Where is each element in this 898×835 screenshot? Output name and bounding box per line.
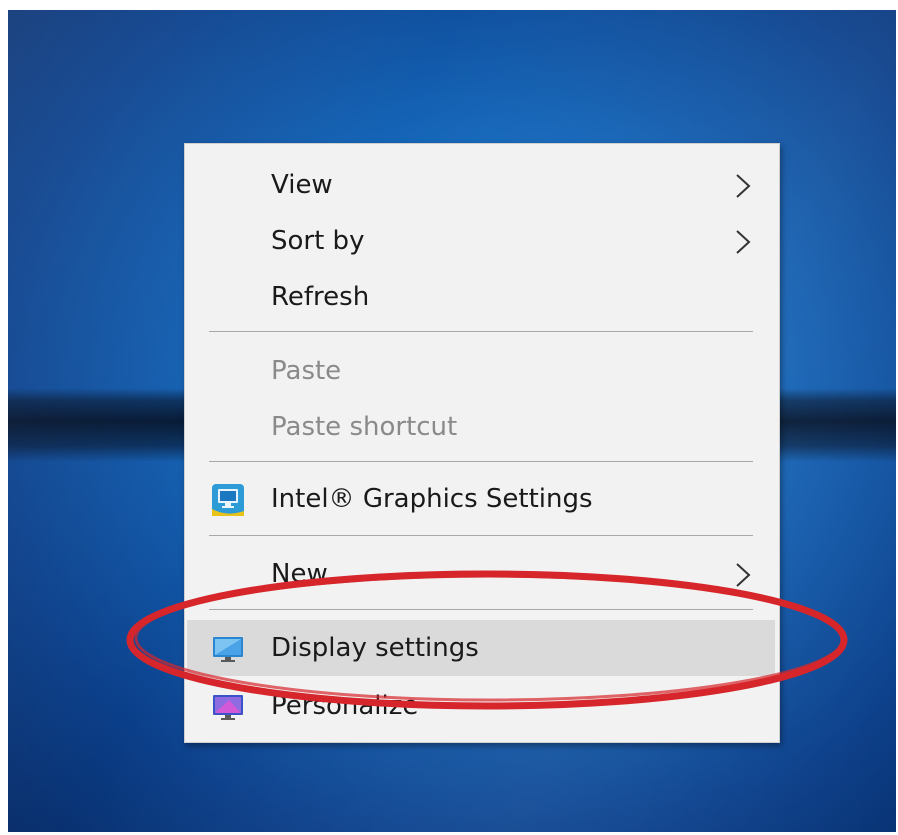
menu-item-label: Sort by [271, 226, 365, 256]
menu-item-label: New [271, 559, 328, 589]
menu-item-label: Paste shortcut [271, 412, 458, 442]
menu-item-label: View [271, 170, 333, 200]
menu-item-label: Display settings [271, 633, 479, 663]
intel-graphics-icon [212, 484, 244, 516]
menu-item-intel-graphics-settings[interactable]: Intel® Graphics Settings [185, 471, 779, 527]
menu-item-refresh[interactable]: Refresh [185, 269, 779, 325]
menu-item-display-settings[interactable]: Display settings [187, 620, 775, 676]
menu-item-personalize[interactable]: Personalize [185, 678, 779, 734]
desktop-context-menu: View Sort by Refresh Paste Paste shortcu… [184, 143, 780, 743]
menu-separator [209, 535, 753, 536]
chevron-right-icon [736, 174, 751, 198]
chevron-right-icon [736, 230, 751, 254]
menu-item-new[interactable]: New [185, 546, 779, 602]
menu-item-sort-by[interactable]: Sort by [185, 213, 779, 269]
menu-separator [209, 331, 753, 332]
display-settings-icon [213, 637, 243, 662]
personalize-icon [213, 695, 243, 720]
menu-item-paste: Paste [185, 343, 779, 399]
menu-item-label: Personalize [271, 691, 419, 721]
menu-separator [209, 609, 753, 610]
menu-item-view[interactable]: View [185, 157, 779, 213]
menu-item-label: Refresh [271, 282, 370, 312]
chevron-right-icon [736, 563, 751, 587]
menu-separator [209, 461, 753, 462]
menu-item-label: Intel® Graphics Settings [271, 484, 593, 514]
menu-item-label: Paste [271, 356, 342, 386]
menu-item-paste-shortcut: Paste shortcut [185, 399, 779, 455]
